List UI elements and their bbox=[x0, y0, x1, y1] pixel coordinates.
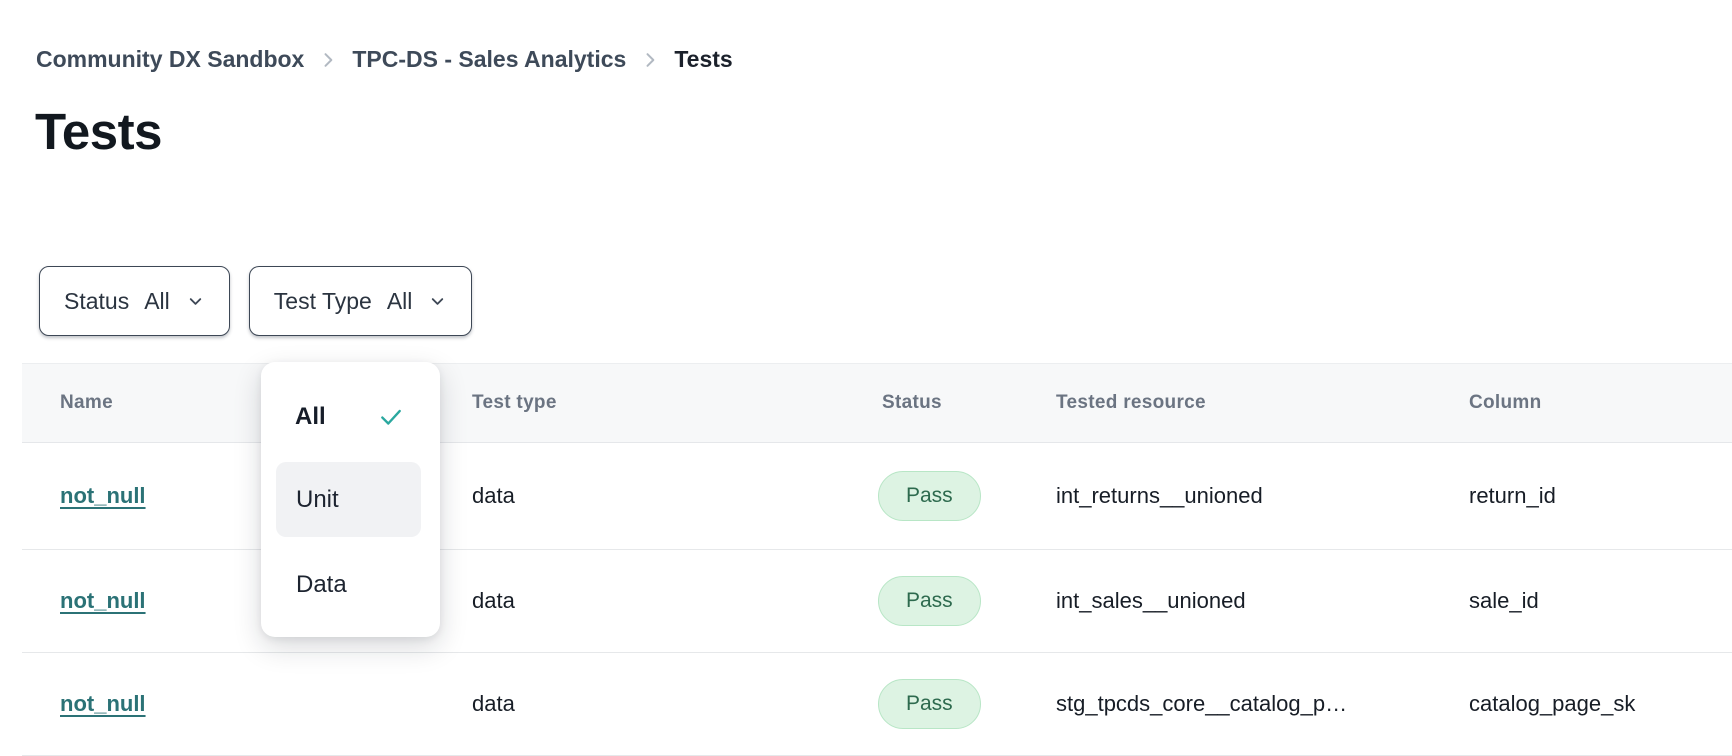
breadcrumb: Community DX Sandbox TPC-DS - Sales Anal… bbox=[36, 46, 733, 73]
test-type-cell: data bbox=[472, 483, 882, 509]
chevron-right-icon bbox=[318, 50, 338, 70]
dropdown-option-label: All bbox=[295, 403, 326, 431]
test-name-link[interactable]: not_null bbox=[60, 691, 146, 716]
dropdown-option-label: Unit bbox=[296, 486, 339, 514]
breadcrumb-item-current: Tests bbox=[674, 46, 732, 73]
chevron-down-icon bbox=[428, 292, 447, 311]
test-name-link[interactable]: not_null bbox=[60, 483, 146, 508]
test-type-cell: data bbox=[472, 691, 882, 717]
tested-resource-cell: int_sales__unioned bbox=[1056, 588, 1469, 614]
column-header-tested-resource: Tested resource bbox=[1056, 392, 1469, 414]
tested-resource-cell: stg_tpcds_core__catalog_p… bbox=[1056, 691, 1469, 717]
status-badge: Pass bbox=[878, 471, 981, 521]
test-type-filter-value: All bbox=[387, 288, 413, 315]
dropdown-option-unit[interactable]: Unit bbox=[276, 462, 421, 537]
dropdown-option-all[interactable]: All bbox=[261, 382, 440, 452]
breadcrumb-item-project[interactable]: Community DX Sandbox bbox=[36, 46, 304, 73]
table-row: not_null data Pass stg_tpcds_core__catal… bbox=[22, 653, 1732, 756]
column-header-status: Status bbox=[882, 392, 1056, 414]
column-cell: sale_id bbox=[1469, 588, 1732, 614]
status-filter-label: Status bbox=[64, 288, 129, 315]
status-filter-value: All bbox=[144, 288, 170, 315]
check-icon bbox=[378, 404, 404, 430]
status-badge: Pass bbox=[878, 679, 981, 729]
column-header-test-type: Test type bbox=[472, 392, 882, 414]
status-filter-button[interactable]: Status All bbox=[39, 266, 230, 336]
dropdown-option-data[interactable]: Data bbox=[261, 547, 440, 622]
column-cell: catalog_page_sk bbox=[1469, 691, 1732, 717]
test-type-cell: data bbox=[472, 588, 882, 614]
column-header-column: Column bbox=[1469, 392, 1732, 414]
filter-bar: Status All Test Type All bbox=[39, 266, 472, 336]
test-name-link[interactable]: not_null bbox=[60, 588, 146, 613]
tested-resource-cell: int_returns__unioned bbox=[1056, 483, 1469, 509]
column-cell: return_id bbox=[1469, 483, 1732, 509]
test-type-dropdown-menu: All Unit Data bbox=[261, 362, 440, 637]
breadcrumb-item-environment[interactable]: TPC-DS - Sales Analytics bbox=[352, 46, 626, 73]
dropdown-option-label: Data bbox=[296, 571, 347, 599]
chevron-right-icon bbox=[640, 50, 660, 70]
test-type-filter-button[interactable]: Test Type All bbox=[249, 266, 473, 336]
page-title: Tests bbox=[35, 102, 162, 161]
test-type-filter-label: Test Type bbox=[274, 288, 372, 315]
status-badge: Pass bbox=[878, 576, 981, 626]
chevron-down-icon bbox=[186, 292, 205, 311]
